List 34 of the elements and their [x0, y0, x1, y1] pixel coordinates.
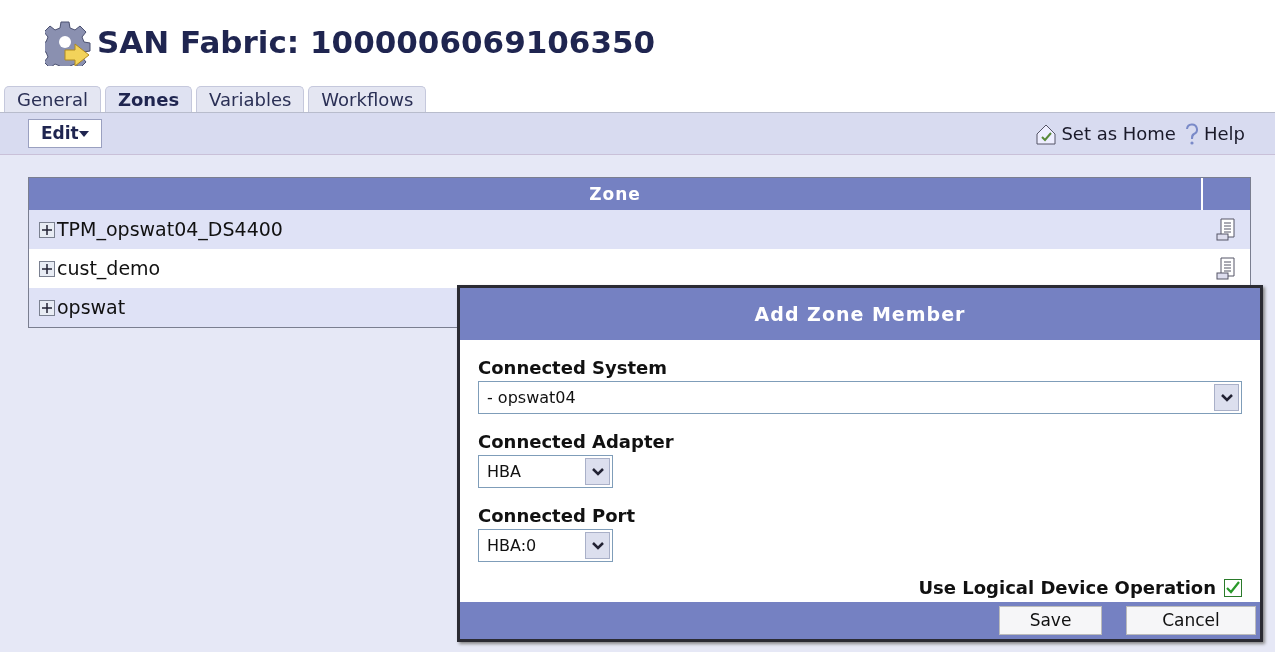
caret-icon — [591, 541, 604, 550]
select-field[interactable]: - opswat04 — [478, 381, 1242, 414]
save-button[interactable]: Save — [999, 606, 1102, 635]
set-home-link[interactable]: Set as Home — [1035, 120, 1176, 147]
page-title: SAN Fabric: 1000006069106350 — [97, 23, 656, 62]
zone-name: opswat — [57, 295, 126, 321]
checkbox-label: Use Logical Device Operation — [918, 576, 1216, 600]
tab[interactable]: Zones — [104, 86, 193, 112]
edit-menu-button[interactable]: Edit — [28, 118, 102, 149]
caret-icon — [1220, 393, 1233, 402]
caret-icon — [591, 467, 604, 476]
tab[interactable]: General — [4, 86, 101, 112]
house-icon — [1035, 122, 1058, 145]
field-label: Connected System — [478, 356, 669, 380]
tab[interactable]: Variables — [196, 86, 305, 112]
expand-icon[interactable] — [39, 299, 55, 316]
select-field[interactable]: HBA:0 — [478, 529, 613, 562]
cancel-button[interactable]: Cancel — [1126, 606, 1256, 635]
expand-icon[interactable] — [39, 260, 55, 277]
dialog-title: Add Zone Member — [460, 288, 1260, 340]
select-field[interactable]: HBA — [478, 455, 613, 488]
help-icon — [1183, 121, 1200, 146]
document-icon[interactable] — [1216, 256, 1236, 281]
checkbox[interactable] — [1224, 578, 1242, 597]
gear-icon — [45, 19, 91, 66]
caret-icon — [78, 130, 89, 137]
expand-icon[interactable] — [39, 221, 55, 238]
field-label: Connected Port — [478, 504, 637, 528]
tab[interactable]: Workflows — [308, 86, 427, 112]
zone-name: cust_demo — [57, 256, 161, 282]
zone-name: TPM_opswat04_DS4400 — [57, 217, 283, 243]
help-link[interactable]: Help — [1183, 120, 1245, 147]
field-label: Connected Adapter — [478, 430, 675, 454]
document-icon[interactable] — [1216, 217, 1236, 242]
